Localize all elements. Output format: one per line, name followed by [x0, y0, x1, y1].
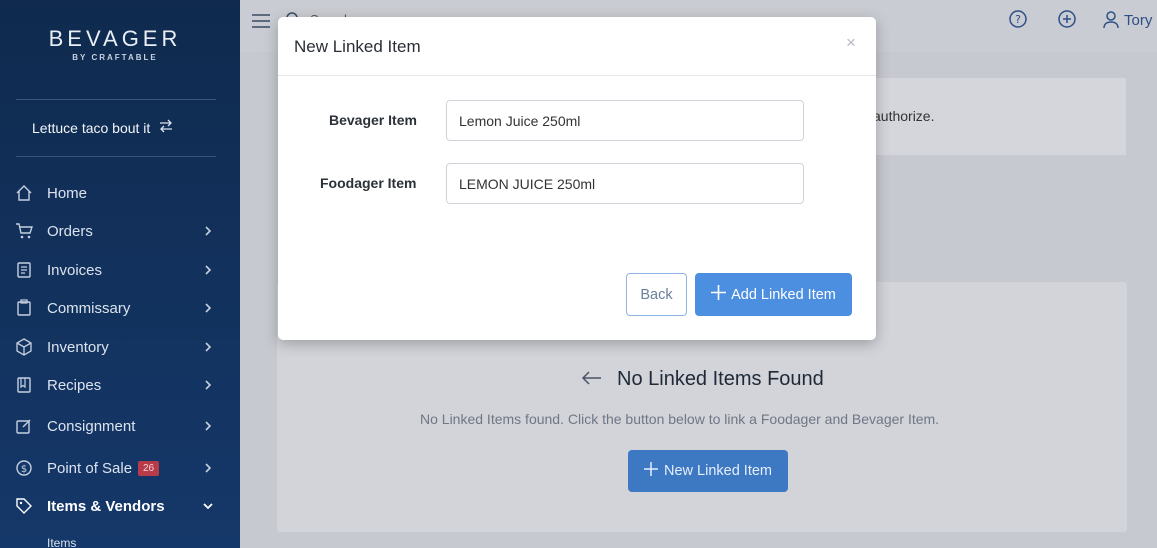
box-icon — [14, 337, 34, 357]
bevager-item-label: Bevager Item — [329, 112, 417, 128]
sidebar-item-label: Inventory — [47, 338, 109, 356]
help-icon[interactable]: ? — [1007, 8, 1029, 30]
new-linked-item-modal: New Linked Item × Bevager Item Lemon Jui… — [278, 17, 876, 340]
svg-text:$: $ — [21, 464, 27, 475]
book-icon — [14, 375, 34, 395]
sidebar-item-label: Recipes — [47, 376, 102, 394]
chevron-right-icon — [201, 263, 215, 277]
sidebar-item-point-of-sale[interactable]: $ Point of Sale 26 — [0, 453, 240, 483]
clipboard-icon — [14, 298, 34, 318]
foodager-item-label: Foodager Item — [320, 175, 417, 191]
sidebar-item-label: Home — [47, 184, 88, 202]
chevron-right-icon — [201, 378, 215, 392]
sidebar-item-label: Items & Vendors — [47, 497, 165, 515]
back-button[interactable]: Back — [626, 273, 687, 316]
invoice-icon — [14, 260, 34, 280]
button-label: New Linked Item — [664, 463, 772, 479]
add-circle-icon[interactable] — [1056, 8, 1078, 30]
brand-sub: BY CRAFTABLE — [72, 53, 158, 62]
edit-icon — [14, 416, 34, 436]
cart-icon — [14, 221, 34, 241]
new-linked-item-button[interactable]: New Linked Item — [628, 450, 788, 492]
empty-state-title: No Linked Items Found — [617, 368, 824, 390]
menu-icon[interactable] — [250, 10, 272, 32]
sidebar-item-commissary[interactable]: Commissary — [0, 293, 240, 323]
sidebar-item-items-vendors[interactable]: Items & Vendors — [0, 491, 240, 521]
user-name[interactable]: Tory — [1124, 12, 1152, 29]
modal-title: New Linked Item — [294, 37, 421, 56]
sidebar-item-consignment[interactable]: Consignment — [0, 411, 240, 441]
plus-icon — [711, 285, 727, 304]
chevron-right-icon — [201, 340, 215, 354]
brand-logo[interactable]: BEVAGER BY CRAFTABLE — [0, 26, 230, 62]
svg-text:?: ? — [1015, 13, 1021, 26]
modal-header: New Linked Item × — [278, 17, 876, 76]
sidebar: BEVAGER BY CRAFTABLE Lettuce taco bout i… — [0, 0, 240, 548]
divider — [16, 156, 216, 157]
button-label: Add Linked Item — [731, 286, 836, 303]
sidebar-item-recipes[interactable]: Recipes — [0, 370, 240, 400]
empty-state-description: No Linked Items found. Click the button … — [420, 411, 940, 427]
user-icon[interactable] — [1100, 8, 1122, 30]
sidebar-item-label: Consignment — [47, 417, 136, 435]
count-badge: 26 — [138, 460, 160, 476]
bevager-item-field[interactable]: Lemon Juice 250ml — [446, 100, 804, 141]
location-name: Lettuce taco bout it — [32, 119, 151, 136]
chevron-down-icon — [201, 499, 215, 513]
divider — [16, 99, 216, 100]
home-icon — [14, 183, 34, 203]
sidebar-item-label: Point of Sale — [47, 459, 133, 477]
sidebar-item-label: Commissary — [47, 299, 131, 317]
close-icon[interactable]: × — [846, 33, 856, 53]
chevron-right-icon — [201, 419, 215, 433]
sidebar-item-inventory[interactable]: Inventory — [0, 332, 240, 362]
arrow-left-icon — [580, 366, 604, 390]
location-switcher[interactable]: Lettuce taco bout it — [32, 118, 174, 137]
sidebar-item-home[interactable]: Home — [0, 178, 240, 208]
plus-icon — [644, 462, 658, 480]
chevron-right-icon — [201, 224, 215, 238]
switch-icon — [158, 118, 174, 137]
alert-text: authorize. — [873, 108, 935, 124]
sidebar-item-invoices[interactable]: Invoices — [0, 255, 240, 285]
sidebar-item-label: Orders — [47, 222, 93, 240]
foodager-item-field[interactable]: LEMON JUICE 250ml — [446, 163, 804, 204]
add-linked-item-button[interactable]: Add Linked Item — [695, 273, 852, 316]
sidebar-item-orders[interactable]: Orders — [0, 216, 240, 246]
brand-name: BEVAGER — [48, 26, 182, 51]
tag-icon — [14, 496, 34, 516]
chevron-right-icon — [201, 461, 215, 475]
dollar-icon: $ — [14, 458, 34, 478]
sidebar-subitem-items[interactable]: Items — [47, 536, 76, 548]
sidebar-item-label: Invoices — [47, 261, 103, 279]
chevron-right-icon — [201, 301, 215, 315]
